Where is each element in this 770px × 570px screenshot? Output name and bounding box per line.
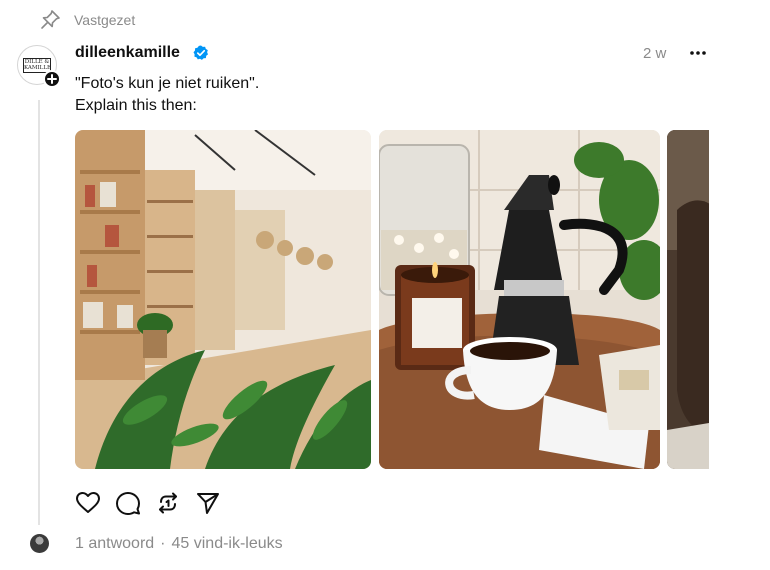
share-icon[interactable] <box>195 490 221 516</box>
stats-separator: · <box>160 535 166 552</box>
media-carousel[interactable] <box>75 130 709 470</box>
repost-icon[interactable] <box>155 490 181 516</box>
follow-button[interactable] <box>43 70 61 88</box>
heart-icon[interactable] <box>75 490 101 516</box>
post-time[interactable]: 2 w <box>643 45 666 62</box>
store-interior-photo[interactable] <box>75 130 371 469</box>
replier-avatar[interactable] <box>30 534 49 553</box>
likes-count-link[interactable]: 45 vind-ik-leuks <box>172 535 283 553</box>
verified-badge-icon <box>193 45 209 61</box>
moka-pot-coffee-photo[interactable] <box>379 130 660 469</box>
comment-icon[interactable] <box>115 490 141 516</box>
thread-line <box>38 100 40 525</box>
replies-count-link[interactable]: 1 antwoord <box>75 535 154 553</box>
post-stats: 1 antwoord · 45 vind-ik-leuks <box>75 535 283 553</box>
pinned-indicator: Vastgezet <box>38 8 135 32</box>
pin-icon <box>38 8 62 32</box>
post-text-line: Explain this then: <box>75 97 197 114</box>
action-bar <box>75 490 221 516</box>
post-body: "Foto's kun je niet ruiken". Explain thi… <box>75 73 259 117</box>
username-link[interactable]: dilleenkamille <box>75 44 180 62</box>
partial-third-photo[interactable] <box>667 130 709 469</box>
post-text-line: "Foto's kun je niet ruiken". <box>75 75 260 92</box>
pinned-label: Vastgezet <box>74 12 136 28</box>
more-options-icon[interactable] <box>688 44 708 62</box>
